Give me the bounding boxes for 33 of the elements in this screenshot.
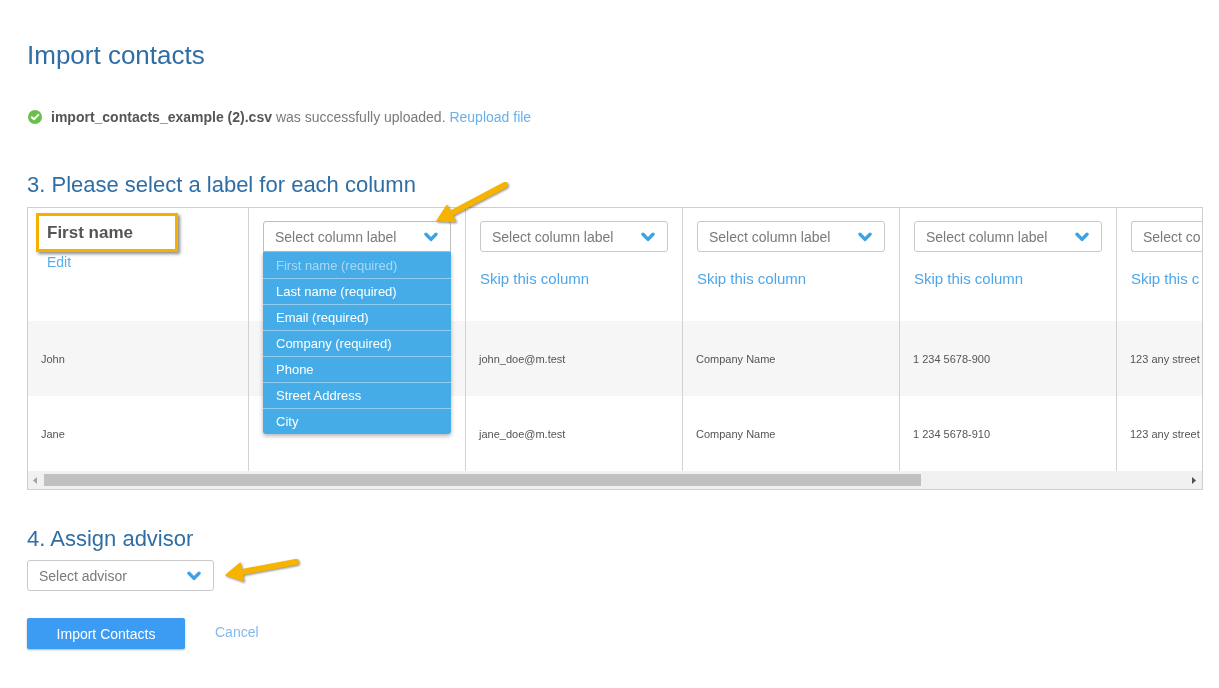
upload-message: import_contacts_example (2).csv was successfully uploaded. Reupload file [51,108,532,127]
table-cell-text: 123 any street [1129,426,1201,442]
page-title: Import contacts [27,39,205,71]
skip-column-link[interactable]: Skip this c [1131,269,1200,289]
import-contacts-button[interactable]: Import Contacts [27,618,185,649]
dropdown-option[interactable]: Last name (required) [263,278,451,304]
column-name: First name [36,213,178,252]
cancel-link[interactable]: Cancel [215,622,259,641]
column-label-select[interactable]: Select column label [697,221,885,252]
check-circle-icon [28,110,42,124]
chevron-down-icon [187,570,201,581]
skip-column-link[interactable]: Skip this column [480,269,590,289]
edit-link[interactable]: Edit [47,253,72,271]
advisor-select[interactable]: Select advisor [27,560,214,591]
reupload-link[interactable]: Reupload file [449,109,532,125]
section-heading: 4. Assign advisor [27,526,194,552]
chevron-down-icon [858,231,872,242]
table-cell-text: 123 any street [1129,351,1201,367]
section-heading: 3. Please select a label for each column [27,172,416,198]
chevron-down-icon [641,231,655,242]
scroll-right-icon[interactable] [1192,476,1196,484]
column-label-select[interactable]: Select column label [480,221,668,252]
dropdown-option[interactable]: Email (required) [263,304,451,330]
column-label-select[interactable]: Select co [1131,221,1202,252]
horizontal-scrollbar[interactable] [28,471,1202,489]
column-label-select[interactable]: Select column label [263,221,451,252]
scroll-left-icon[interactable] [33,476,37,484]
scrollbar-thumb[interactable] [44,474,921,486]
chevron-down-icon [424,231,438,242]
chevron-down-icon [1075,231,1089,242]
column-label-select[interactable]: Select column label [914,221,1102,252]
skip-column-link[interactable]: Skip this column [914,269,1024,289]
skip-column-link[interactable]: Skip this column [697,269,807,289]
